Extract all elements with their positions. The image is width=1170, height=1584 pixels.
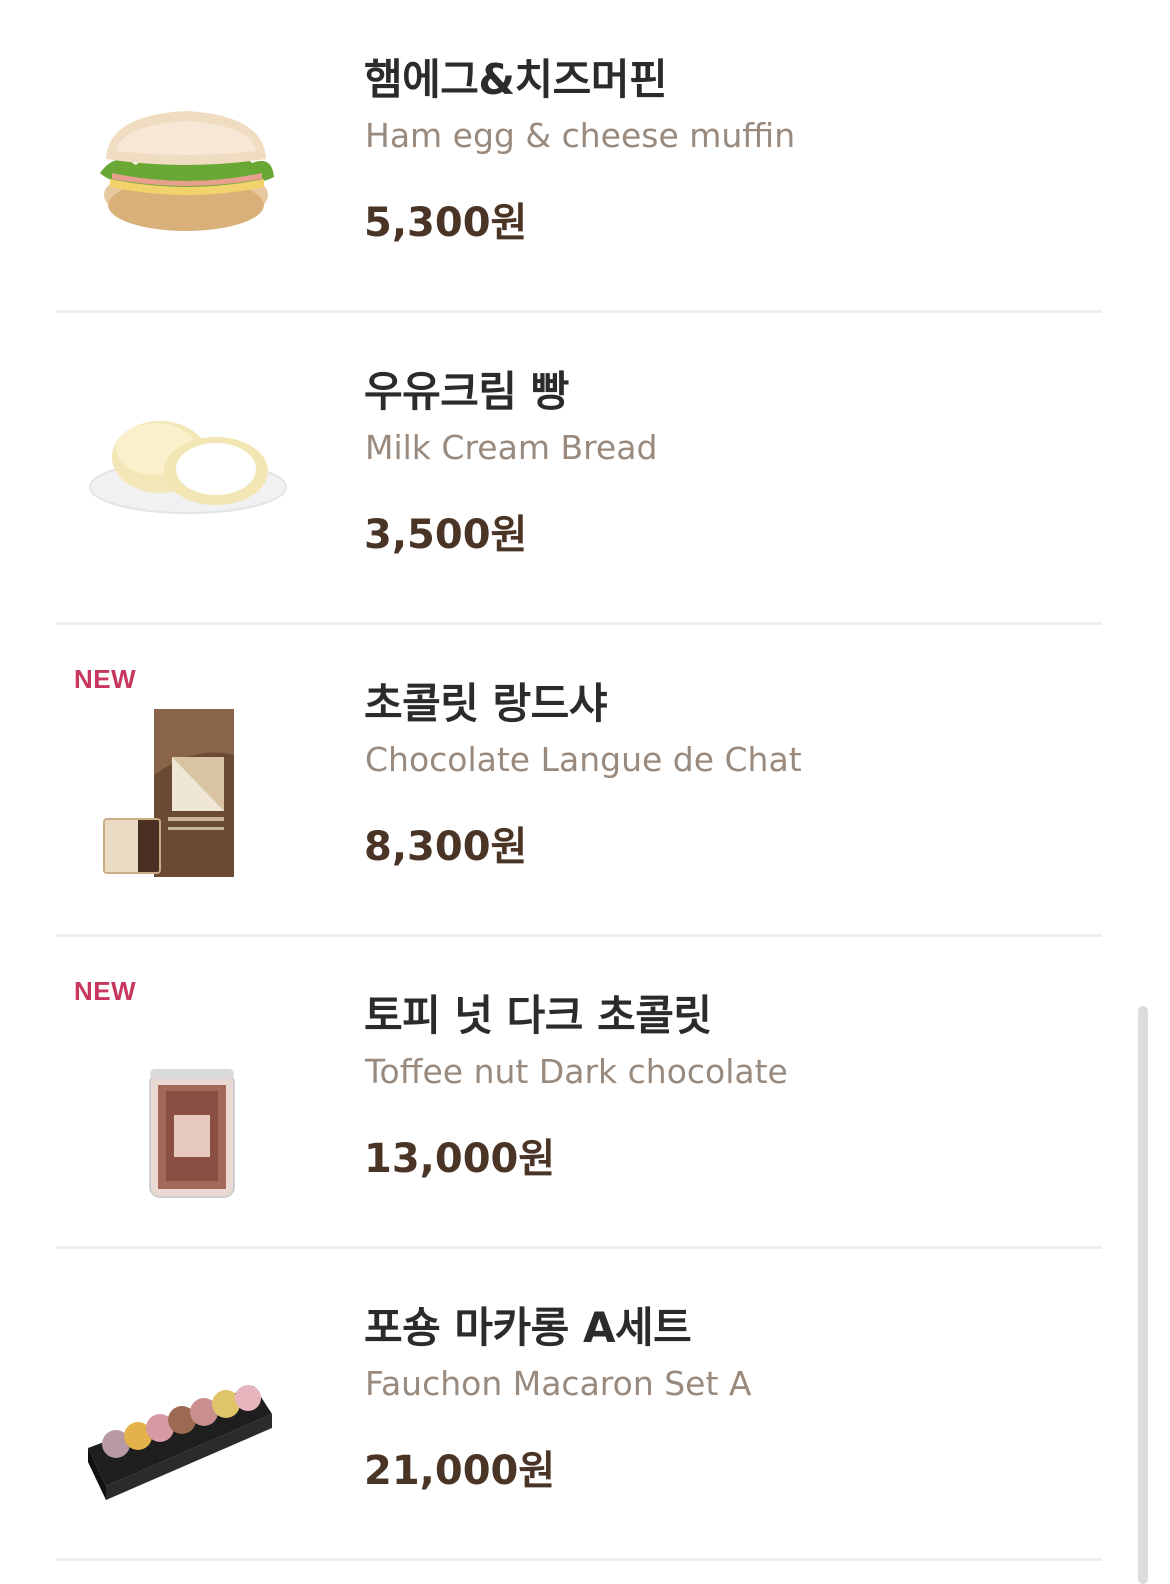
product-name-english: Milk Cream Bread [365, 428, 658, 467]
product-name: 초콜릿 랑드샤 [364, 679, 607, 728]
toffee-nut-jar-image [76, 1022, 296, 1252]
product-price: 3,500원 [364, 512, 528, 558]
product-price: 5,300원 [364, 200, 528, 246]
product-price: 8,300원 [364, 824, 528, 870]
product-price: 21,000원 [364, 1448, 556, 1494]
product-item-toffee-nut-dark-chocolate[interactable]: NEW 토피 넛 다크 초콜릿 Toffee nut Dark chocolat… [56, 936, 1102, 1249]
product-name-english: Fauchon Macaron Set A [365, 1364, 752, 1403]
new-badge: NEW [74, 976, 137, 1006]
vertical-scrollbar[interactable] [1138, 1006, 1148, 1584]
product-name: 포숑 마카롱 A세트 [364, 1303, 692, 1352]
product-item-ham-egg-muffin[interactable]: 햄에그&치즈머핀 Ham egg & cheese muffin 5,300원 [56, 0, 1102, 313]
product-item-milk-cream-bread[interactable]: 우유크림 빵 Milk Cream Bread 3,500원 [56, 312, 1102, 625]
product-item-chocolate-langue-de-chat[interactable]: NEW 초콜릿 랑드샤 Chocolate Langue de Chat 8,3… [56, 624, 1102, 937]
product-name: 햄에그&치즈머핀 [364, 55, 668, 104]
langue-de-chat-box-image [76, 690, 296, 920]
product-name-english: Chocolate Langue de Chat [365, 740, 802, 779]
product-name: 우유크림 빵 [364, 367, 569, 416]
product-item-fauchon-macaron-set-a[interactable]: 포숑 마카롱 A세트 Fauchon Macaron Set A 21,000원 [56, 1248, 1102, 1561]
product-price: 13,000원 [364, 1136, 556, 1182]
muffin-image [76, 50, 296, 280]
product-name-english: Toffee nut Dark chocolate [365, 1052, 788, 1091]
cream-bread-image [76, 362, 296, 592]
product-name: 토피 넛 다크 초콜릿 [364, 991, 712, 1040]
product-name-english: Ham egg & cheese muffin [365, 116, 796, 155]
macaron-box-image [76, 1328, 296, 1558]
